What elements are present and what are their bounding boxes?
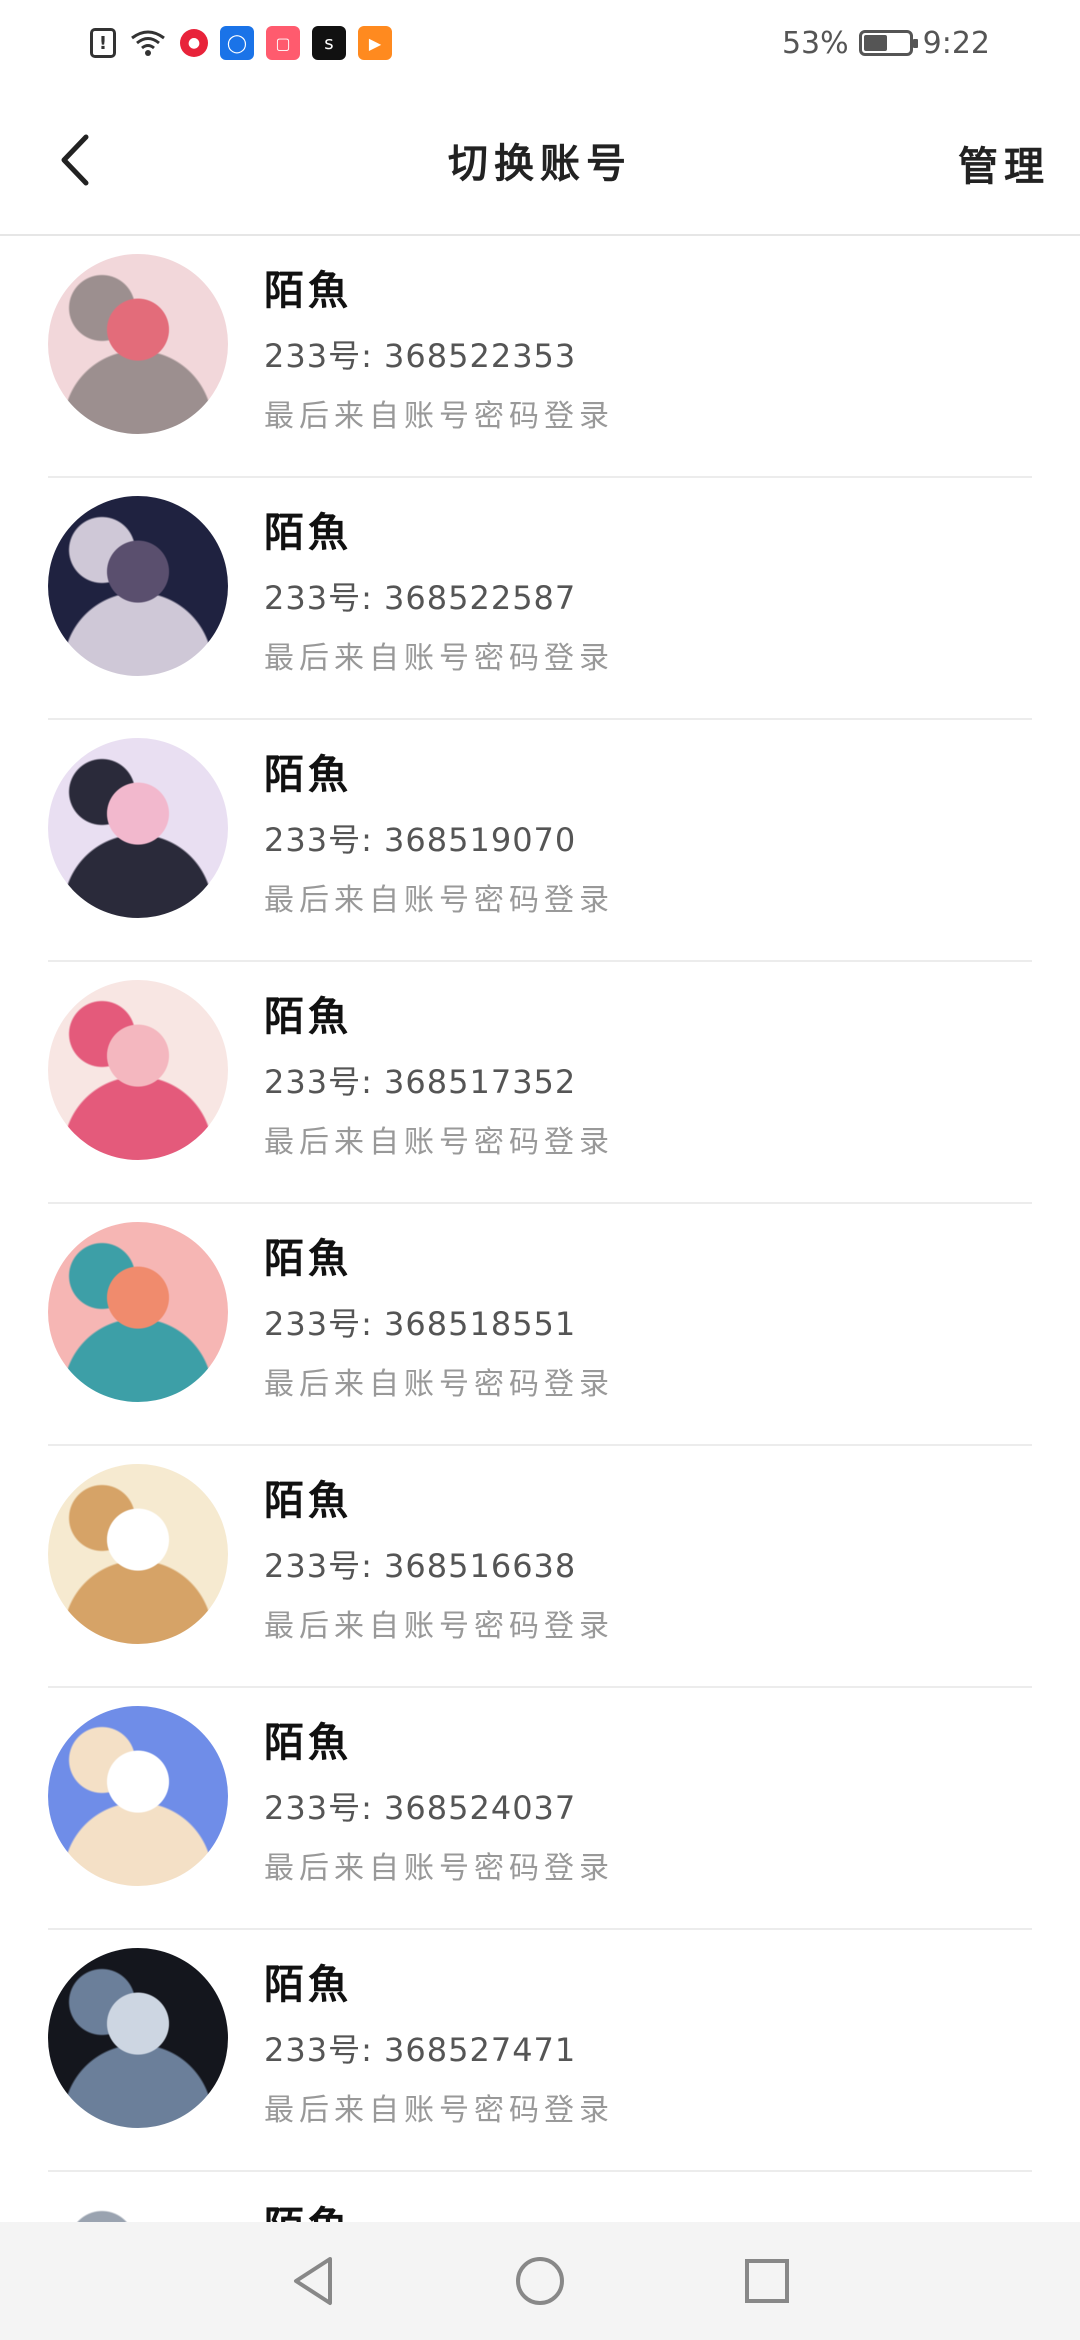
account-name: 陌魚 bbox=[264, 1962, 352, 2008]
red-app-icon: ● bbox=[180, 29, 208, 57]
status-bar: ! ● ◯ ▢ ꜱ ▶ 53% 9:22 bbox=[0, 0, 1080, 86]
avatar bbox=[48, 980, 228, 1160]
account-name: 陌魚 bbox=[264, 1478, 352, 1524]
account-list: 陌魚 233号: 368522353 最后来自账号密码登录 陌魚 233号: 36852… bbox=[0, 236, 1080, 2252]
account-row[interactable]: 陌魚 233号: 368527471 最后来自账号密码登录 bbox=[48, 1930, 1032, 2172]
black-app-icon: ꜱ bbox=[312, 26, 346, 60]
battery-icon bbox=[858, 30, 918, 56]
avatar bbox=[48, 1222, 228, 1402]
clock: 9:22 bbox=[922, 25, 990, 61]
blue-app-icon: ◯ bbox=[220, 26, 254, 60]
last-login-method: 最后来自账号密码登录 bbox=[264, 1125, 614, 1160]
account-row[interactable]: 陌魚 233号: 368524037 最后来自账号密码登录 bbox=[48, 1688, 1032, 1930]
manage-button[interactable]: 管理 bbox=[958, 134, 1050, 192]
account-row[interactable]: 陌魚 233号: 368518551 最后来自账号密码登录 bbox=[48, 1204, 1032, 1446]
last-login-method: 最后来自账号密码登录 bbox=[264, 641, 614, 676]
back-button[interactable] bbox=[46, 130, 106, 190]
account-name: 陌魚 bbox=[264, 510, 352, 556]
status-icons: ! ● ◯ ▢ ꜱ ▶ bbox=[90, 26, 392, 60]
account-name: 陌魚 bbox=[264, 1236, 352, 1282]
square-recents-icon bbox=[744, 2259, 789, 2303]
account-id: 233号: 368522353 bbox=[264, 337, 577, 375]
triangle-back-icon bbox=[294, 2257, 333, 2305]
system-nav-bar bbox=[0, 2222, 1080, 2340]
alert-icon: ! bbox=[90, 28, 116, 58]
last-login-method: 最后来自账号密码登录 bbox=[264, 2093, 614, 2128]
last-login-method: 最后来自账号密码登录 bbox=[264, 883, 614, 918]
nav-back-button[interactable] bbox=[283, 2251, 343, 2311]
top-app-bar: 切换账号 管理 bbox=[0, 86, 1080, 236]
account-id: 233号: 368518551 bbox=[264, 1305, 577, 1343]
account-row[interactable]: 陌魚 233号: 368516638 最后来自账号密码登录 bbox=[48, 1446, 1032, 1688]
account-id: 233号: 368517352 bbox=[264, 1063, 577, 1101]
account-id: 233号: 368522587 bbox=[264, 579, 577, 617]
status-right: 53% 9:22 bbox=[782, 26, 990, 61]
wifi-icon bbox=[128, 26, 168, 60]
avatar bbox=[48, 738, 228, 918]
avatar bbox=[48, 254, 228, 434]
account-id: 233号: 368519070 bbox=[264, 821, 577, 859]
circle-home-icon bbox=[515, 2257, 564, 2305]
battery-fill bbox=[863, 35, 887, 51]
nav-recents-button[interactable] bbox=[737, 2251, 797, 2311]
account-name: 陌魚 bbox=[264, 752, 352, 798]
account-id: 233号: 368524037 bbox=[264, 1789, 577, 1827]
page-title: 切换账号 bbox=[448, 141, 632, 187]
red-book-icon: ▢ bbox=[266, 26, 300, 60]
account-row[interactable]: 陌魚 233号: 368519070 最后来自账号密码登录 bbox=[48, 720, 1032, 962]
last-login-method: 最后来自账号密码登录 bbox=[264, 1851, 614, 1886]
avatar bbox=[48, 496, 228, 676]
account-row[interactable]: 陌魚 233号: 368522353 最后来自账号密码登录 bbox=[48, 236, 1032, 478]
orange-play-icon: ▶ bbox=[358, 26, 392, 60]
last-login-method: 最后来自账号密码登录 bbox=[264, 1367, 614, 1402]
account-name: 陌魚 bbox=[264, 994, 352, 1040]
chevron-left-icon bbox=[61, 134, 89, 186]
account-name: 陌魚 bbox=[264, 268, 352, 314]
avatar bbox=[48, 1948, 228, 2128]
account-name: 陌魚 bbox=[264, 1720, 352, 1766]
last-login-method: 最后来自账号密码登录 bbox=[264, 399, 614, 434]
account-id: 233号: 368516638 bbox=[264, 1547, 577, 1585]
account-row[interactable]: 陌魚 233号: 368517352 最后来自账号密码登录 bbox=[48, 962, 1032, 1204]
account-id: 233号: 368527471 bbox=[264, 2031, 577, 2069]
avatar bbox=[48, 1464, 228, 1644]
nav-home-button[interactable] bbox=[510, 2251, 570, 2311]
battery-percent: 53% bbox=[781, 25, 849, 61]
last-login-method: 最后来自账号密码登录 bbox=[264, 1609, 614, 1644]
account-row[interactable]: 陌魚 233号: 368522587 最后来自账号密码登录 bbox=[48, 478, 1032, 720]
avatar bbox=[48, 1706, 228, 1886]
